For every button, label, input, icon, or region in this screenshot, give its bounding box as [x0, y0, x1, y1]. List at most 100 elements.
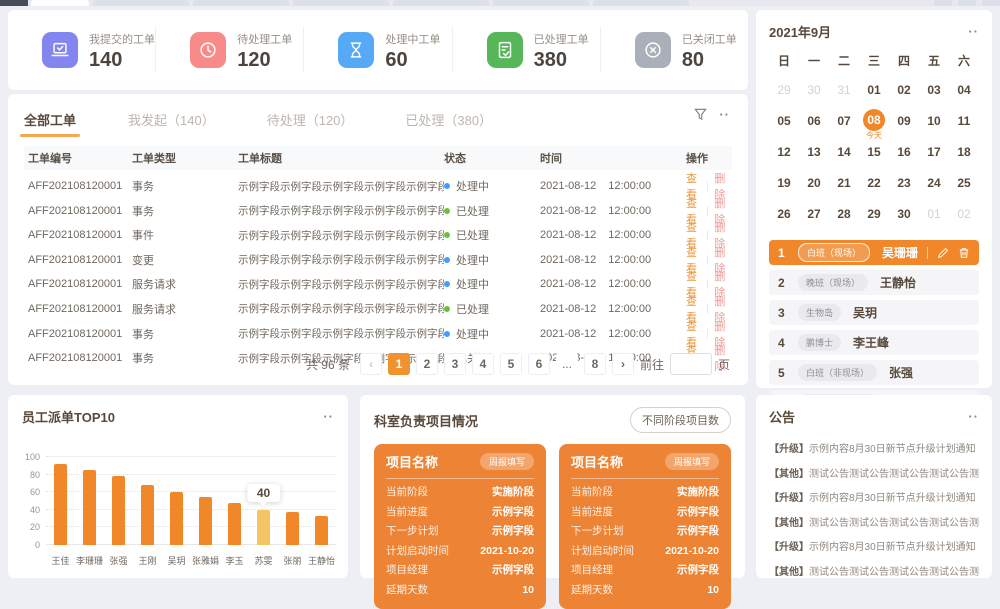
- calendar-more-icon[interactable]: ··: [968, 27, 979, 37]
- chart-bar[interactable]: [83, 470, 96, 545]
- calendar-day[interactable]: 19: [769, 168, 799, 199]
- pagination-page-button[interactable]: 6: [528, 353, 550, 375]
- announcement-item[interactable]: 【其他】测试公告测试公告测试公告测试公告测试公告: [769, 512, 979, 537]
- project-card[interactable]: 项目名称周报填写当前阶段实施阶段当前进度示例字段下一步计划示例字段计划启动时间2…: [559, 444, 731, 609]
- browser-control[interactable]: [934, 0, 952, 6]
- calendar-day[interactable]: 09: [889, 106, 919, 137]
- chart-bar[interactable]: [228, 503, 241, 545]
- chart-bar[interactable]: [315, 516, 328, 545]
- calendar-day[interactable]: 23: [889, 168, 919, 199]
- announcement-item[interactable]: 【其他】测试公告测试公告测试公告测试公告测试公告: [769, 463, 979, 488]
- calendar-day[interactable]: 24: [919, 168, 949, 199]
- action-divider: [707, 279, 708, 289]
- calendar-day[interactable]: 08今天: [859, 106, 889, 137]
- calendar-day[interactable]: 02: [949, 199, 979, 230]
- calendar-day[interactable]: 10: [919, 106, 949, 137]
- announcement-item[interactable]: 【升级】示例内容8月30日新节点升级计划通知: [769, 487, 979, 512]
- pagination-page-button[interactable]: 2: [416, 353, 438, 375]
- pagination-page-button[interactable]: 4: [472, 353, 494, 375]
- browser-control[interactable]: [958, 0, 976, 6]
- announcements-more-icon[interactable]: ··: [968, 412, 979, 422]
- project-card[interactable]: 项目名称周报填写当前阶段实施阶段当前进度示例字段下一步计划示例字段计划启动时间2…: [374, 444, 546, 609]
- chart-bar[interactable]: [199, 497, 212, 545]
- browser-tab-active[interactable]: [31, 0, 89, 6]
- duty-row[interactable]: 1白班（现场）吴珊珊: [769, 240, 979, 265]
- announcement-text: 示例内容8月30日新节点升级计划通知: [809, 542, 976, 553]
- calendar-day[interactable]: 14: [829, 137, 859, 168]
- edit-pencil-icon[interactable]: [937, 247, 949, 259]
- calendar-day[interactable]: 29: [769, 75, 799, 106]
- announcement-item[interactable]: 【升级】示例内容8月30日新节点升级计划通知: [769, 536, 979, 561]
- calendar-day[interactable]: 12: [769, 137, 799, 168]
- calendar-day[interactable]: 15: [859, 137, 889, 168]
- tab-3[interactable]: 已处理（380）: [405, 110, 492, 129]
- announcements-title: 公告: [769, 407, 795, 426]
- browser-tab[interactable]: [193, 0, 289, 6]
- calendar-day[interactable]: 01: [919, 199, 949, 230]
- announcement-item[interactable]: 【升级】示例内容8月30日新节点升级计划通知: [769, 438, 979, 463]
- calendar-day[interactable]: 07: [829, 106, 859, 137]
- chart-bar[interactable]: [286, 512, 299, 545]
- calendar-day[interactable]: 22: [859, 168, 889, 199]
- calendar-day[interactable]: 28: [829, 199, 859, 230]
- weekly-report-badge[interactable]: 周报填写: [480, 453, 534, 470]
- chart-bar[interactable]: [257, 510, 270, 545]
- calendar-day[interactable]: 30: [799, 75, 829, 106]
- browser-tab[interactable]: [493, 0, 589, 6]
- tab-2[interactable]: 待处理（120）: [267, 110, 354, 129]
- calendar-day[interactable]: 31: [829, 75, 859, 106]
- tab-0[interactable]: 全部工单: [24, 110, 76, 129]
- calendar-day[interactable]: 17: [919, 137, 949, 168]
- calendar-day[interactable]: 05: [769, 106, 799, 137]
- browser-tab[interactable]: [293, 0, 389, 6]
- duty-row[interactable]: 2晚班（现场）王静怡: [769, 270, 979, 295]
- duty-row[interactable]: 3生物岛吴玥: [769, 300, 979, 325]
- stage-project-count-button[interactable]: 不同阶段项目数: [630, 407, 731, 433]
- browser-tab[interactable]: [393, 0, 489, 6]
- browser-tab[interactable]: [593, 0, 689, 6]
- calendar-day[interactable]: 21: [829, 168, 859, 199]
- chart-more-icon[interactable]: ··: [323, 412, 334, 422]
- chart-bar[interactable]: [112, 476, 125, 545]
- pagination-prev-button[interactable]: ‹: [360, 353, 382, 375]
- pagination-goto-input[interactable]: [670, 353, 712, 375]
- browser-tab[interactable]: [93, 0, 189, 6]
- tab-1[interactable]: 我发起（140）: [128, 110, 215, 129]
- duty-divider: [927, 247, 928, 259]
- filter-funnel-icon[interactable]: [694, 108, 707, 121]
- duty-row[interactable]: 5白班（非现场）张强: [769, 360, 979, 385]
- calendar-day[interactable]: 20: [799, 168, 829, 199]
- calendar-day[interactable]: 25: [949, 168, 979, 199]
- calendar-day[interactable]: 02: [889, 75, 919, 106]
- status-dot-icon: [444, 257, 450, 263]
- calendar-day[interactable]: 29: [859, 199, 889, 230]
- pagination-next-button[interactable]: ›: [612, 353, 634, 375]
- calendar-day[interactable]: 06: [799, 106, 829, 137]
- workorder-title: 示例字段示例字段示例字段示例字段示例字段: [238, 203, 444, 218]
- calendar-day[interactable]: 01: [859, 75, 889, 106]
- announcement-item[interactable]: 【其他】测试公告测试公告测试公告测试公告测试公告: [769, 561, 979, 586]
- chart-xlabel-slot: 王静怡: [307, 551, 336, 569]
- chart-bar[interactable]: [141, 485, 154, 545]
- pagination-page-button[interactable]: 5: [500, 353, 522, 375]
- pagination-page-button[interactable]: 3: [444, 353, 466, 375]
- more-options-icon[interactable]: ··: [719, 110, 730, 120]
- calendar-day[interactable]: 16: [889, 137, 919, 168]
- chart-bar[interactable]: [54, 464, 67, 545]
- calendar-day[interactable]: 18: [949, 137, 979, 168]
- calendar-day[interactable]: 27: [799, 199, 829, 230]
- calendar-day[interactable]: 11: [949, 106, 979, 137]
- weekly-report-badge[interactable]: 周报填写: [665, 453, 719, 470]
- pagination-page-button[interactable]: 1: [388, 353, 410, 375]
- calendar-day[interactable]: 04: [949, 75, 979, 106]
- calendar-day[interactable]: 30: [889, 199, 919, 230]
- duty-shift-badge: 生物岛: [798, 304, 841, 321]
- calendar-day[interactable]: 03: [919, 75, 949, 106]
- duty-row[interactable]: 4鹏博士李王峰: [769, 330, 979, 355]
- pagination-page-button[interactable]: 8: [584, 353, 606, 375]
- calendar-day[interactable]: 26: [769, 199, 799, 230]
- trash-icon[interactable]: [958, 247, 970, 259]
- calendar-day[interactable]: 13: [799, 137, 829, 168]
- chart-bar[interactable]: [170, 492, 183, 545]
- browser-control[interactable]: [982, 0, 1000, 6]
